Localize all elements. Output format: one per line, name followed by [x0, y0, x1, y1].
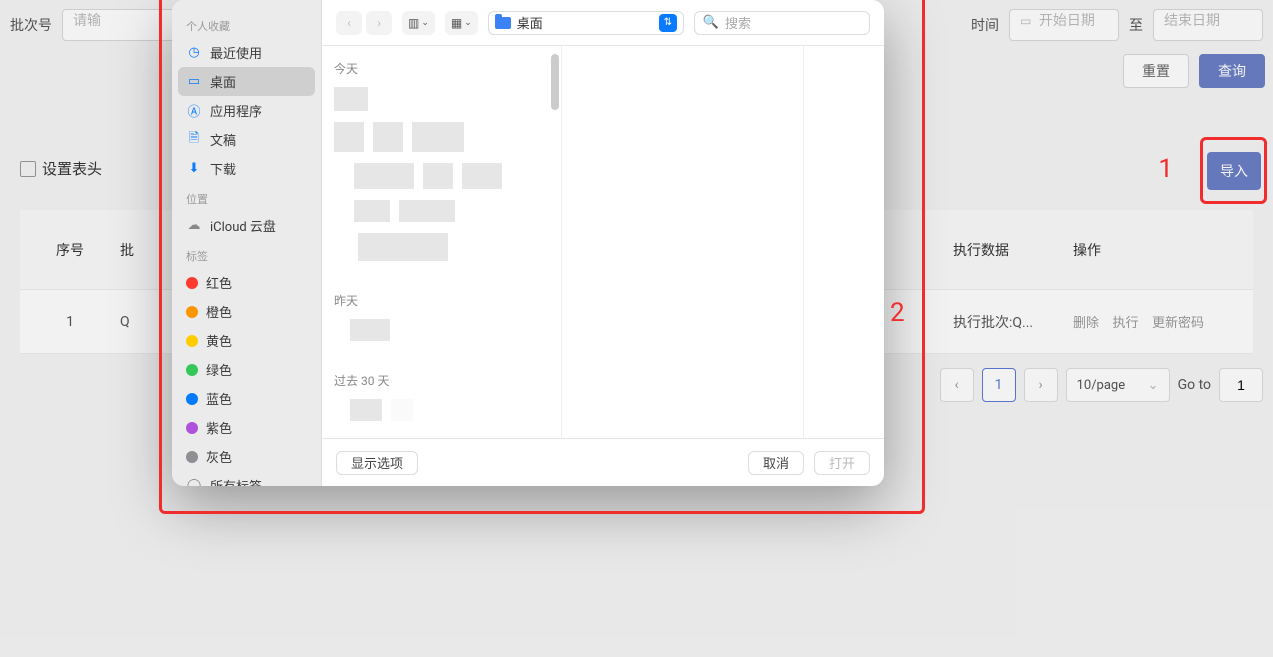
annotation-number-1: 1 [1158, 154, 1173, 184]
annotation-number-2: 2 [890, 298, 905, 328]
annotation-box-2 [159, 0, 925, 514]
annotation-box-1 [1200, 137, 1267, 204]
